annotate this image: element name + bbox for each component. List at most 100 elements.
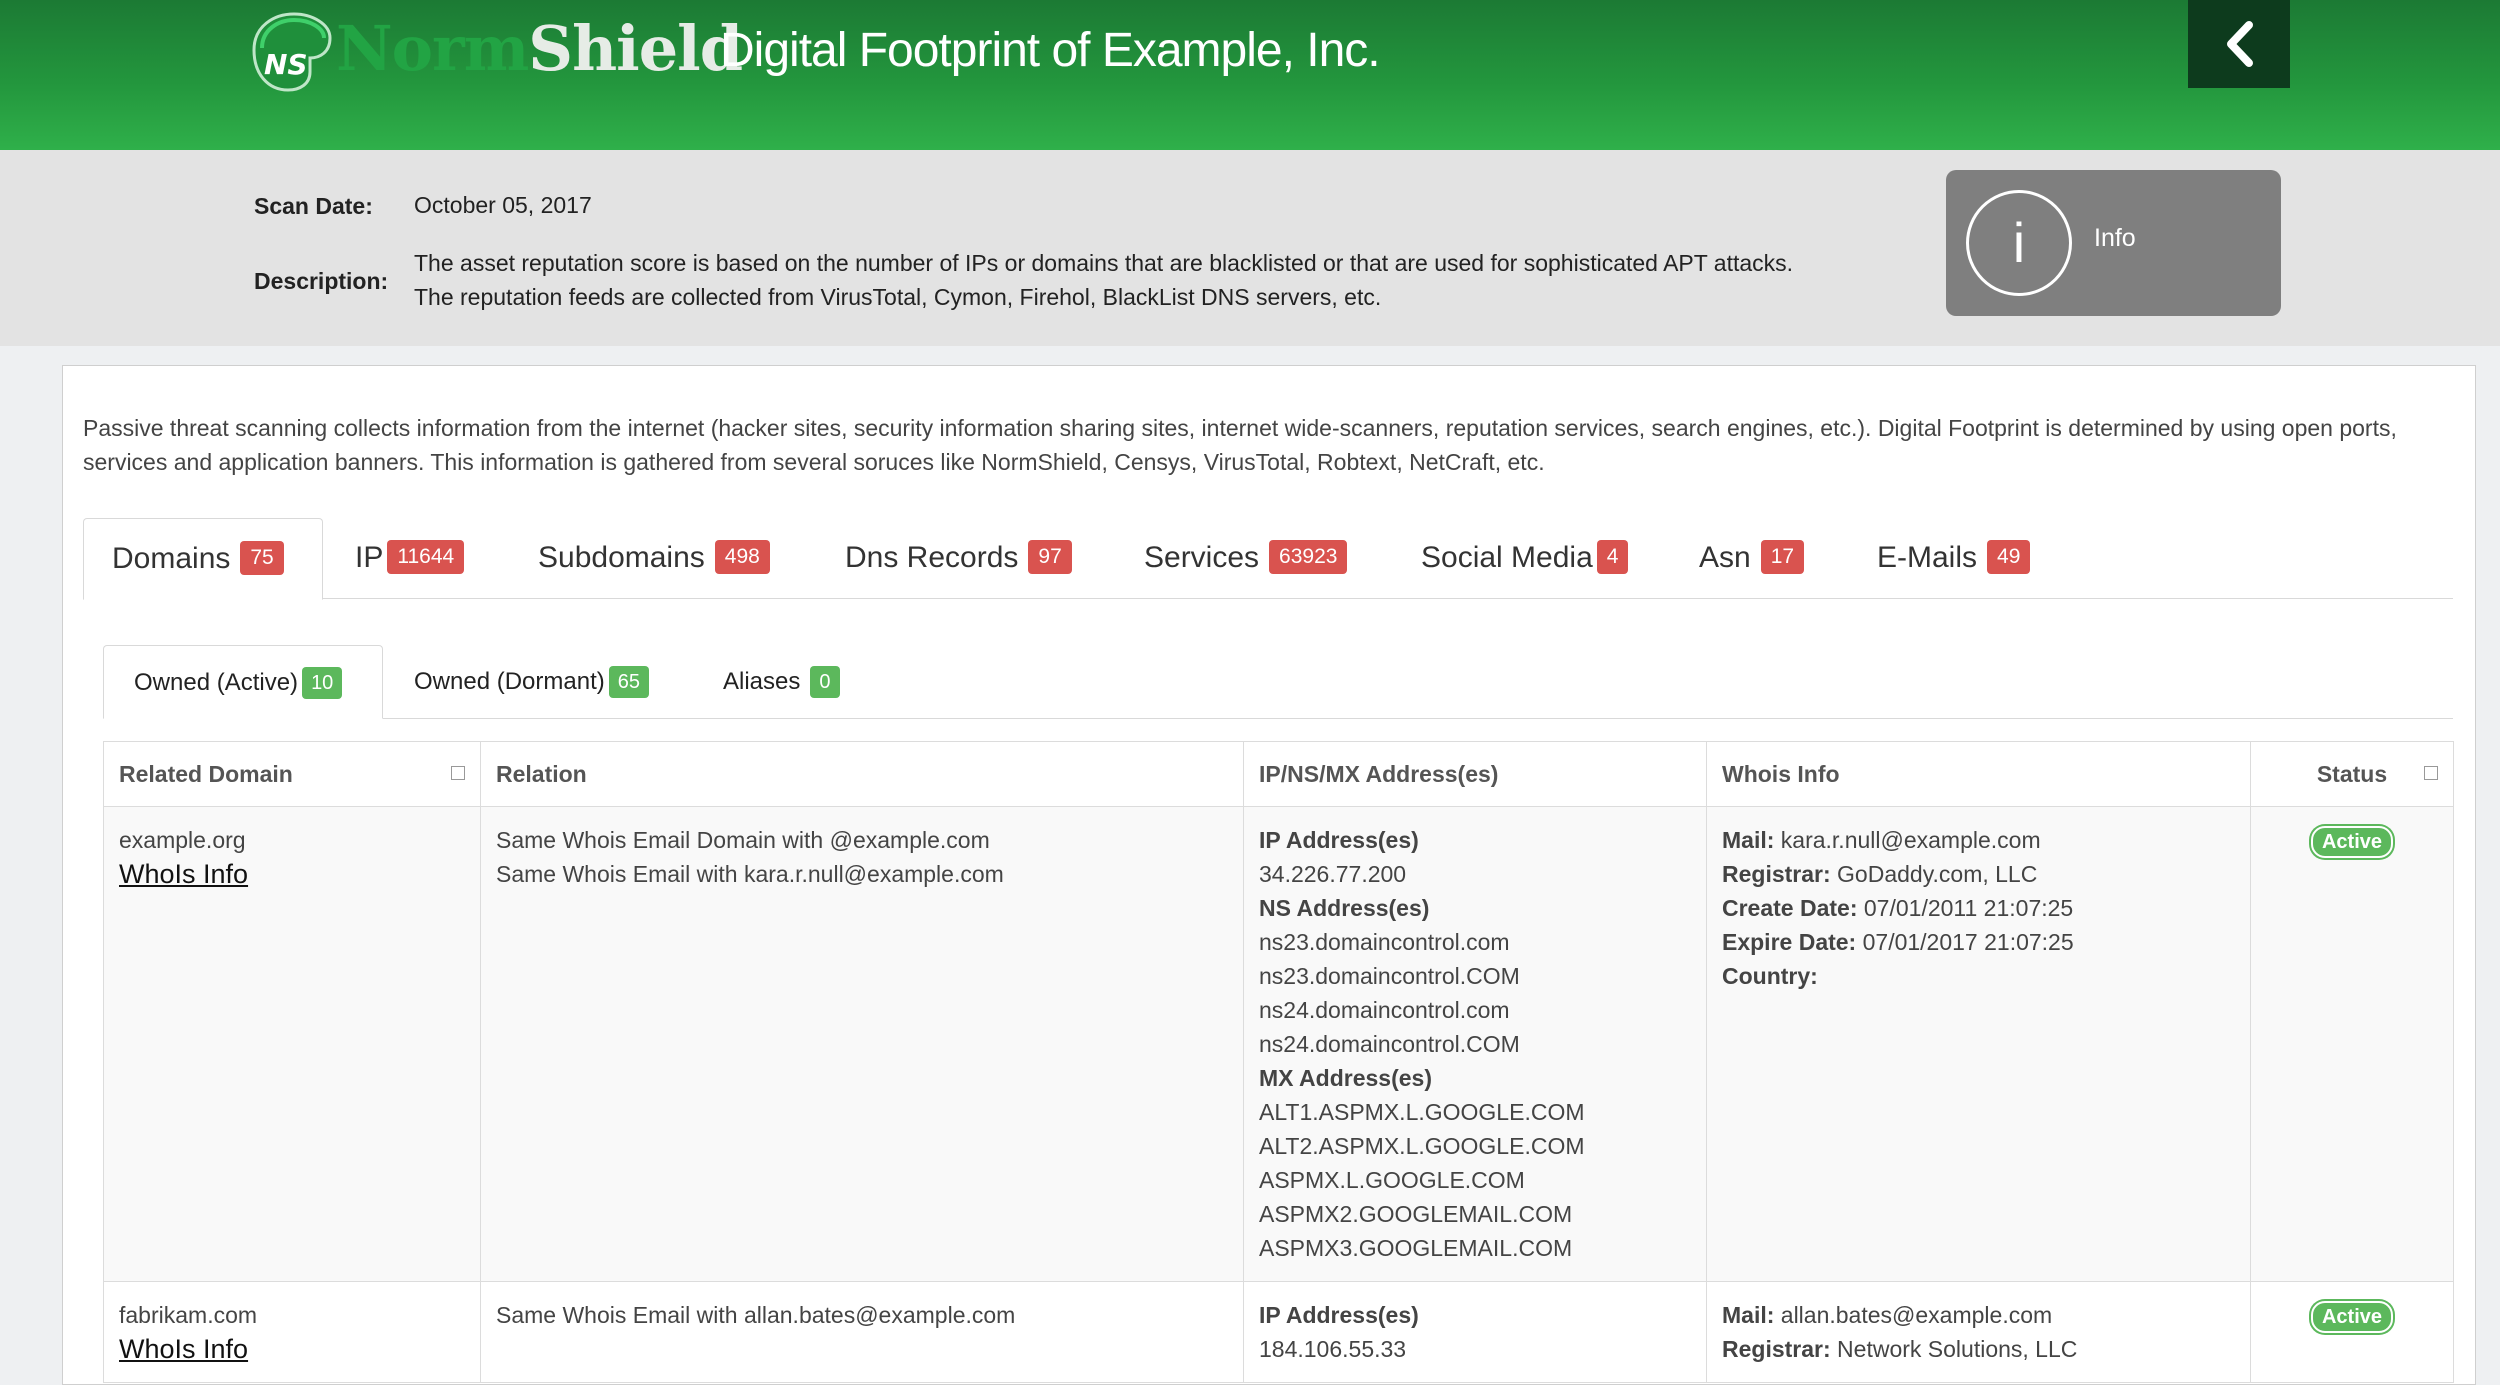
relation-cell: Same Whois Email with allan.bates@exampl…	[480, 1281, 1244, 1383]
mx-address: ALT1.ASPMX.L.GOOGLE.COM	[1259, 1099, 1585, 1125]
tab-count-badge: 49	[1987, 540, 2031, 575]
tab-ip[interactable]: IP 11644	[355, 518, 465, 598]
mx-address: ALT2.ASPMX.L.GOOGLE.COM	[1259, 1133, 1585, 1159]
tab-social-media[interactable]: Social Media 4	[1421, 518, 1629, 598]
subtab-count-badge: 0	[810, 665, 840, 698]
status-cell: Active	[2250, 1281, 2454, 1383]
ip-address: 184.106.55.33	[1259, 1336, 1407, 1362]
tab-asn[interactable]: Asn 17	[1699, 518, 1805, 598]
table-row: example.org WhoIs Info Same Whois Email …	[103, 806, 2454, 1282]
whois-country-label: Country:	[1722, 963, 1818, 989]
tab-count-badge: 498	[714, 540, 770, 575]
whois-create-value: 07/01/2011 21:07:25	[1863, 895, 2074, 921]
whois-registrar-value: GoDaddy.com, LLC	[1837, 861, 2038, 887]
tab-label: Asn	[1699, 541, 1751, 574]
status-cell: Active	[2250, 806, 2454, 1282]
tabs-divider	[83, 598, 2453, 599]
whois-expire-date: Expire Date: 07/01/2017 21:07:25	[1722, 925, 2235, 959]
whois-mail: Mail: kara.r.null@example.com	[1722, 823, 2235, 857]
scan-date-label: Scan Date:	[254, 193, 373, 219]
subtab-owned-dormant[interactable]: Owned (Dormant) 65	[414, 645, 649, 719]
ns-address: ns23.domaincontrol.COM	[1259, 963, 1520, 989]
app-header: NS NormShield Digital Footprint of Examp…	[0, 0, 2500, 150]
whois-info-link[interactable]: WhoIs Info	[119, 857, 465, 891]
tab-e-mails[interactable]: E-Mails 49	[1877, 518, 2031, 598]
column-relation[interactable]: Relation	[480, 741, 1244, 807]
column-label: Related Domain	[119, 760, 293, 787]
tab-label: IP	[355, 541, 384, 574]
normshield-logo-icon: NS	[252, 12, 332, 92]
column-label: Status	[2316, 760, 2388, 787]
chevron-left-icon	[2227, 21, 2253, 67]
whois-create-label: Create Date:	[1722, 895, 1858, 921]
sort-checkbox-icon[interactable]	[451, 766, 465, 780]
ip-addresses-heading: IP Address(es)	[1259, 827, 1419, 853]
ns-addresses-heading: NS Address(es)	[1259, 895, 1430, 921]
tab-dns-records[interactable]: Dns Records 97	[845, 518, 1072, 598]
whois-create-date: Create Date: 07/01/2011 21:07:25	[1722, 891, 2235, 925]
subtab-count-badge: 65	[608, 665, 649, 698]
subtab-count-badge: 10	[302, 666, 343, 699]
back-button[interactable]	[2188, 0, 2290, 88]
relation-cell: Same Whois Email Domain with @example.co…	[480, 806, 1244, 1282]
column-related-domain[interactable]: Related Domain	[103, 741, 481, 807]
tab-label: E-Mails	[1877, 541, 1978, 574]
subtab-owned-active[interactable]: Owned (Active) 10	[103, 645, 383, 719]
logo-badge-text: NS	[264, 48, 308, 81]
tab-label: Dns Records	[845, 541, 1019, 574]
tab-subdomains[interactable]: Subdomains 498	[538, 518, 770, 598]
subtab-label: Aliases	[723, 668, 801, 695]
tab-domains[interactable]: Domains 75	[83, 518, 323, 600]
whois-cell: Mail: kara.r.null@example.com Registrar:…	[1706, 806, 2251, 1282]
subtab-label: Owned (Dormant)	[414, 668, 605, 695]
scan-date-value: October 05, 2017	[414, 192, 592, 218]
whois-info-link[interactable]: WhoIs Info	[119, 1332, 465, 1366]
ip-addresses-heading: IP Address(es)	[1259, 1302, 1419, 1328]
mx-address: ASPMX3.GOOGLEMAIL.COM	[1259, 1235, 1573, 1261]
subtab-label: Owned (Active)	[134, 669, 299, 696]
status-badge: Active	[2310, 826, 2394, 858]
whois-mail-value: kara.r.null@example.com	[1780, 827, 2041, 853]
ip-address: 34.226.77.200	[1259, 861, 1407, 887]
subtab-aliases[interactable]: Aliases 0	[723, 645, 840, 719]
info-label: Info	[2094, 224, 2136, 252]
related-domain-cell: fabrikam.com WhoIs Info	[103, 1281, 481, 1383]
whois-expire-label: Expire Date:	[1722, 929, 1857, 955]
intro-text: Passive threat scanning collects informa…	[83, 415, 2397, 475]
mx-address: ASPMX2.GOOGLEMAIL.COM	[1259, 1201, 1573, 1227]
sort-checkbox-icon[interactable]	[2424, 766, 2438, 780]
description-label: Description:	[254, 268, 389, 294]
table-row: fabrikam.com WhoIs Info Same Whois Email…	[103, 1281, 2454, 1383]
column-label: Relation	[496, 760, 587, 787]
column-whois-info[interactable]: Whois Info	[1706, 741, 2251, 807]
column-addresses[interactable]: IP/NS/MX Address(es)	[1243, 741, 1707, 807]
column-status[interactable]: Status	[2250, 741, 2454, 807]
whois-registrar-label: Registrar:	[1722, 861, 1831, 887]
mx-address: ASPMX.L.GOOGLE.COM	[1259, 1167, 1525, 1193]
tab-label: Domains	[112, 542, 231, 575]
tab-services[interactable]: Services 63923	[1144, 518, 1348, 598]
whois-registrar-label: Registrar:	[1722, 1336, 1831, 1362]
whois-expire-value: 07/01/2017 21:07:25	[1862, 929, 2074, 955]
domains-table: Related Domain Relation IP/NS/MX Address…	[103, 741, 2454, 1383]
description-line-2: The reputation feeds are collected from …	[414, 284, 1382, 310]
column-label: Whois Info	[1722, 760, 1840, 787]
whois-registrar: Registrar: Network Solutions, LLC	[1722, 1332, 2235, 1366]
ns-address: ns23.domaincontrol.com	[1259, 929, 1510, 955]
tab-label: Subdomains	[538, 541, 705, 574]
logo-shield: Shield	[528, 12, 743, 85]
relation-line: Same Whois Email with kara.r.null@exampl…	[496, 861, 1004, 887]
content-panel: Passive threat scanning collects informa…	[62, 365, 2476, 1385]
table-header-row: Related Domain Relation IP/NS/MX Address…	[103, 741, 2454, 807]
whois-country: Country:	[1722, 959, 2235, 993]
whois-mail: Mail: allan.bates@example.com	[1722, 1298, 2235, 1332]
info-button[interactable]: i Info	[1946, 170, 2281, 316]
whois-mail-value: allan.bates@example.com	[1780, 1302, 2053, 1328]
domain-name: example.org	[119, 827, 246, 853]
ns-address: ns24.domaincontrol.com	[1259, 997, 1510, 1023]
relation-line: Same Whois Email Domain with @example.co…	[496, 827, 990, 853]
whois-registrar-value: Network Solutions, LLC	[1837, 1336, 2078, 1362]
tab-count-badge: 17	[1760, 540, 1805, 575]
whois-mail-label: Mail:	[1722, 1302, 1775, 1328]
status-badge: Active	[2310, 1301, 2394, 1333]
